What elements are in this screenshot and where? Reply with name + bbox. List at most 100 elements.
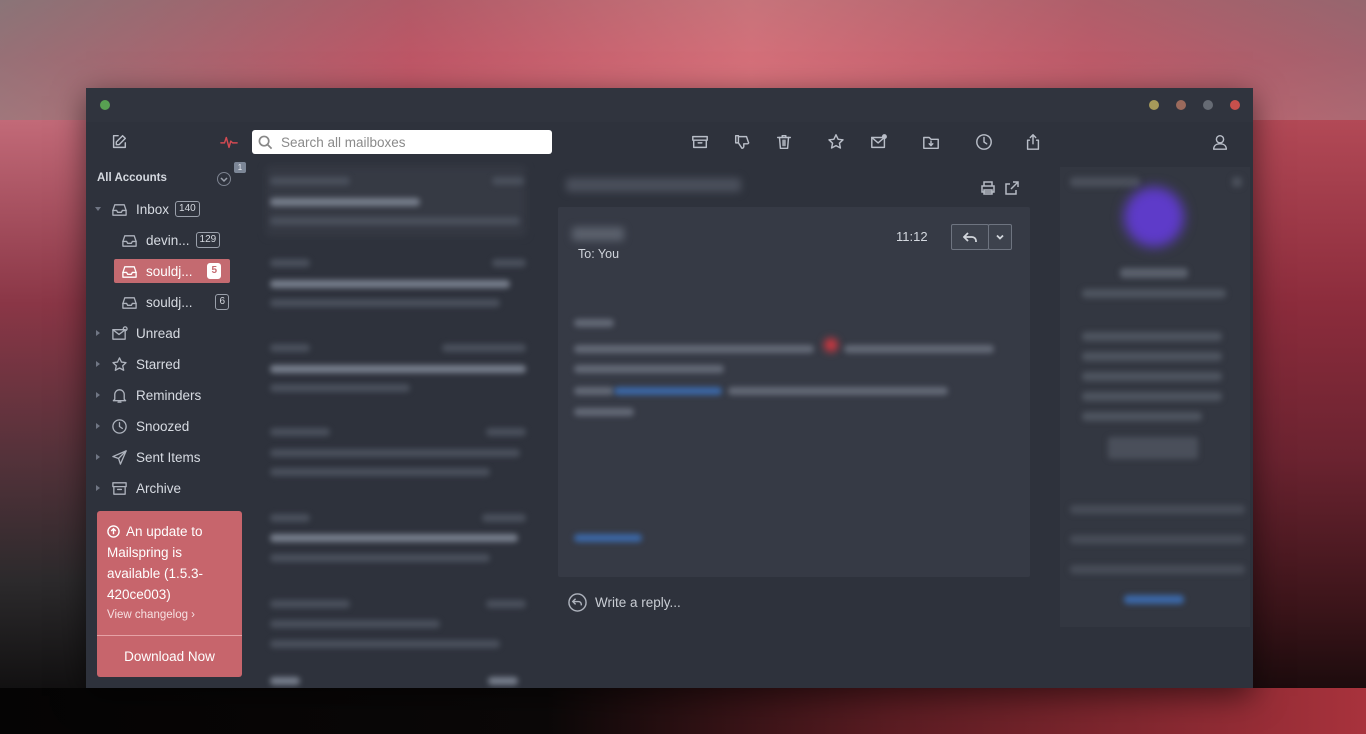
collapse-arrow-icon[interactable] — [95, 207, 101, 211]
expand-arrow-icon[interactable] — [96, 330, 100, 336]
pop-out-icon[interactable] — [1004, 180, 1020, 196]
thumbs-down-icon[interactable] — [732, 132, 752, 152]
inbox-icon — [122, 296, 137, 309]
list-item-date — [486, 600, 526, 608]
inbox-icon — [112, 203, 127, 216]
expand-arrow-icon[interactable] — [96, 361, 100, 367]
activity-icon[interactable] — [219, 132, 239, 152]
contact-email — [1082, 289, 1226, 298]
starred-label: Starred — [136, 356, 181, 372]
inbox-icon — [122, 234, 137, 247]
list-item-subject — [270, 365, 526, 373]
expand-arrow-icon[interactable] — [96, 454, 100, 460]
message-body-line — [574, 345, 814, 353]
account-label: devin... — [146, 232, 190, 248]
print-icon[interactable] — [980, 180, 996, 196]
bell-icon — [112, 388, 127, 403]
sidebar-item-unread[interactable]: Unread — [96, 321, 180, 345]
avatar — [1124, 187, 1184, 247]
related-thread[interactable] — [1070, 565, 1245, 574]
archive-label: Archive — [136, 480, 182, 496]
account-header[interactable]: All Accounts — [97, 172, 167, 184]
contact-close-icon[interactable] — [1232, 177, 1242, 187]
expand-arrow-icon[interactable] — [96, 392, 100, 398]
more-link[interactable] — [1124, 595, 1184, 604]
list-item-subject — [270, 198, 420, 206]
list-item-preview — [270, 384, 410, 392]
reply-options-button[interactable] — [988, 224, 1012, 250]
mark-unread-icon[interactable] — [869, 132, 889, 152]
account-icon[interactable] — [1210, 132, 1230, 152]
message-body-line — [574, 319, 614, 327]
mail-window: 1 All Accounts — [86, 88, 1253, 688]
list-item-date — [492, 177, 524, 185]
sidebar-item-inbox[interactable]: Inbox 140 — [95, 197, 200, 221]
write-reply-placeholder: Write a reply... — [595, 595, 681, 610]
message-time: 11:12 — [896, 229, 928, 244]
upload-icon — [107, 525, 120, 538]
search-box[interactable] — [252, 130, 552, 154]
snooze-icon[interactable] — [974, 132, 994, 152]
write-reply-box[interactable]: Write a reply... — [568, 593, 681, 612]
contact-action-button[interactable] — [1108, 437, 1198, 459]
window-fullscreen-dot[interactable] — [100, 100, 110, 110]
message-reader: To: You 11:12 Write a reply... — [548, 162, 1038, 688]
search-input[interactable] — [279, 133, 543, 151]
sender-name[interactable] — [572, 227, 624, 241]
reminders-label: Reminders — [136, 387, 202, 403]
clock-icon — [112, 418, 127, 434]
window-dot-2[interactable] — [1176, 100, 1186, 110]
window-close-dot[interactable] — [1230, 100, 1240, 110]
archive-icon — [112, 481, 127, 495]
contact-header — [1070, 177, 1140, 187]
sidebar-item-starred[interactable]: Starred — [96, 352, 181, 376]
sidebar-item-account-3[interactable]: souldj... 6 — [121, 290, 229, 314]
related-thread[interactable] — [1070, 535, 1245, 544]
star-icon[interactable] — [826, 132, 846, 152]
list-item-sender — [270, 344, 310, 352]
account-label: souldj... — [146, 263, 193, 279]
view-changelog-link[interactable]: View changelog › — [107, 609, 195, 621]
message-body-line — [728, 387, 948, 395]
move-folder-icon[interactable] — [921, 132, 941, 152]
message-body-line — [844, 345, 994, 353]
list-item-preview — [270, 554, 490, 562]
message-link[interactable] — [614, 387, 722, 395]
window-dot-1[interactable] — [1149, 100, 1159, 110]
sidebar-item-account-2[interactable]: souldj... 5 — [114, 259, 230, 283]
reply-button[interactable] — [951, 224, 989, 250]
window-dot-3[interactable] — [1203, 100, 1213, 110]
unread-mail-icon — [112, 325, 128, 340]
expand-arrow-icon[interactable] — [96, 485, 100, 491]
sidebar-item-snoozed[interactable]: Snoozed — [96, 414, 189, 438]
list-item-preview — [270, 299, 500, 307]
chevron-down-icon — [220, 177, 228, 183]
account-toggle[interactable] — [217, 172, 231, 186]
list-item-sender — [270, 677, 300, 685]
message-list — [252, 162, 539, 688]
compose-icon[interactable] — [109, 132, 129, 152]
sidebar-item-reminders[interactable]: Reminders — [96, 383, 202, 407]
sidebar-item-account-1[interactable]: devin... 129 — [121, 228, 221, 252]
expand-arrow-icon[interactable] — [96, 423, 100, 429]
list-item-preview — [270, 468, 490, 476]
contact-bio-line — [1082, 392, 1222, 401]
list-item-subject — [270, 534, 518, 542]
share-icon[interactable] — [1023, 132, 1043, 152]
recipient-line[interactable]: To: You — [578, 247, 619, 261]
send-icon — [112, 449, 127, 465]
related-thread[interactable] — [1070, 505, 1245, 514]
list-item-date — [442, 344, 526, 352]
download-now-button[interactable]: Download Now — [97, 636, 242, 677]
archive-icon[interactable] — [690, 132, 710, 152]
inbox-count: 140 — [175, 201, 200, 217]
inbox-label: Inbox — [136, 201, 170, 217]
list-item-sender — [270, 600, 350, 608]
sidebar-item-sent[interactable]: Sent Items — [96, 445, 201, 469]
message-link[interactable] — [574, 534, 642, 542]
list-item-subject — [270, 620, 440, 628]
trash-icon[interactable] — [774, 132, 794, 152]
sidebar-item-archive[interactable]: Archive — [96, 476, 182, 500]
list-item-sender — [270, 177, 350, 185]
chevron-down-icon — [996, 234, 1004, 240]
